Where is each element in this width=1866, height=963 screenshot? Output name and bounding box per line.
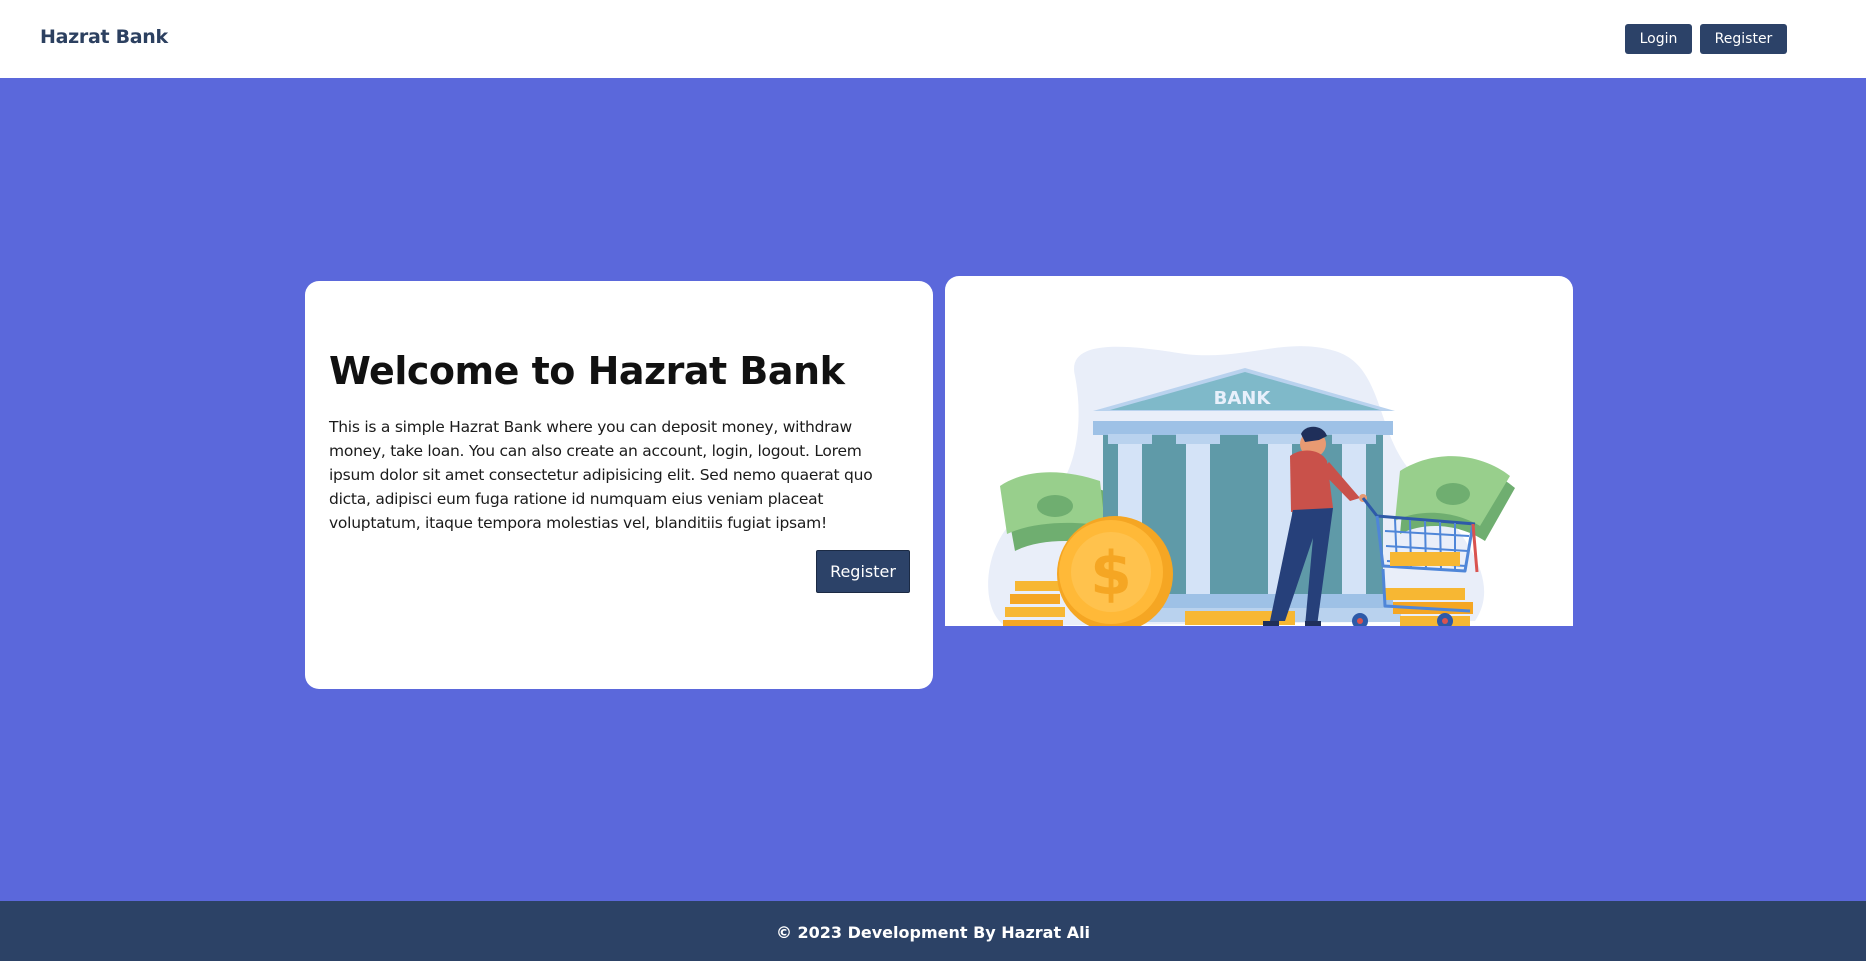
footer: © 2023 Development By Hazrat Ali bbox=[0, 901, 1866, 961]
top-navbar: Hazrat Bank Login Register bbox=[0, 0, 1866, 78]
register-button[interactable]: Register bbox=[1700, 24, 1787, 54]
login-button[interactable]: Login bbox=[1625, 24, 1692, 54]
welcome-title: Welcome to Hazrat Bank bbox=[329, 349, 845, 393]
illustration-card: BANK $ bbox=[945, 276, 1573, 626]
welcome-card: Welcome to Hazrat Bank This is a simple … bbox=[305, 281, 933, 689]
svg-text:$: $ bbox=[1090, 539, 1132, 609]
bank-illustration: BANK $ bbox=[988, 346, 1515, 626]
footer-copyright: © 2023 Development By Hazrat Ali bbox=[775, 923, 1091, 942]
hero-register-button[interactable]: Register bbox=[816, 550, 910, 593]
brand-logo[interactable]: Hazrat Bank bbox=[40, 26, 168, 48]
welcome-description: This is a simple Hazrat Bank where you c… bbox=[329, 418, 873, 532]
bank-sign-text: BANK bbox=[1214, 388, 1272, 409]
hero-section: Welcome to Hazrat Bank This is a simple … bbox=[0, 78, 1866, 901]
